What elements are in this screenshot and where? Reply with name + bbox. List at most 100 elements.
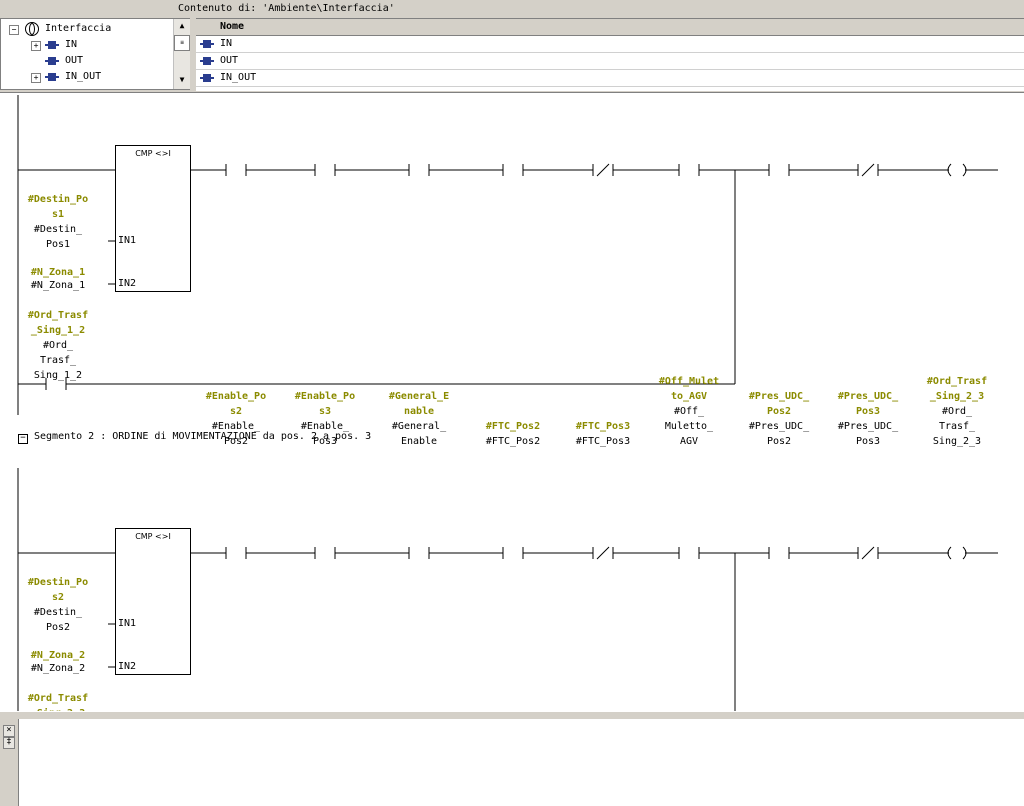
network2-in1-operand-line: #Destin_Po <box>27 577 89 588</box>
network2-contact-symbol-line: #Enable_ <box>211 421 261 432</box>
details-side-strip: × ‡ <box>0 719 19 806</box>
network2-coil-operand: #Ord_Trasf _Sing_2_3 <box>907 374 1007 404</box>
block-icon <box>200 56 214 66</box>
network2-in1-symbol: #Destin_ Pos2 <box>10 605 106 635</box>
details-panel[interactable] <box>0 719 1024 806</box>
network2-in1-operand-line: s2 <box>51 592 65 603</box>
expand-icon[interactable]: + <box>31 41 41 51</box>
network2-contact-operand-line: to_AGV <box>670 391 708 402</box>
column-header-nome: Nome <box>220 21 245 32</box>
network2-contact-symbol: #FTC_Pos2 <box>463 434 563 449</box>
network1-in1-symbol: #Destin_ Pos1 <box>10 222 106 252</box>
network2-contact-symbol-line: Muletto_ <box>664 421 714 432</box>
network2-contact-symbol: #General_ Enable <box>369 419 469 449</box>
list-item-label: OUT <box>220 55 239 66</box>
cmp-pin-label: IN2 <box>118 661 137 672</box>
network2-branch-operand-line: #Ord_Trasf <box>27 693 89 704</box>
network1-in2-symbol: #N_Zona_1 <box>10 278 106 293</box>
list-item-in[interactable]: IN <box>196 36 1024 53</box>
network1-branch-symbol-line: Sing_1_2 <box>33 370 83 381</box>
network2-contact-symbol-line: #Off_ <box>673 406 705 417</box>
network2-contact-symbol-line: #Pres_UDC_ <box>837 421 899 432</box>
network2-contact-operand: #FTC_Pos3 <box>553 419 653 434</box>
network1-in1-operand-line: s1 <box>51 209 65 220</box>
network2-contact-operand-line: #Enable_Po <box>205 391 267 402</box>
network2-contact-operand-line: nable <box>403 406 435 417</box>
network1-coil-left <box>947 163 952 177</box>
network2-coil-left <box>947 546 952 560</box>
network1-in1-symbol-line: Pos1 <box>45 239 71 250</box>
network2-contact-symbol-line: #FTC_Pos2 <box>485 436 541 447</box>
network1-branch-operand-line: #Ord_Trasf <box>27 310 89 321</box>
network2-coil-right <box>962 546 967 560</box>
network2-contact-operand: #Enable_Po s2 <box>186 389 286 419</box>
ladder-editor[interactable]: − Segmento 2 : ORDINE di MOVIMENTAZIONE d… <box>0 95 1024 711</box>
network1-in1-operand-line: #Destin_Po <box>27 194 89 205</box>
network1-contact-8-negation <box>861 163 875 177</box>
network2-contact-symbol: #Pres_UDC_ Pos2 <box>729 419 829 449</box>
network2-coil-operand-line: _Sing_2_3 <box>929 391 985 402</box>
list-item-label: IN_OUT <box>220 72 257 83</box>
scroll-thumb[interactable]: ≡ <box>174 35 190 51</box>
network2-in2-symbol-line: #N_Zona_2 <box>30 663 86 674</box>
network2-contact-operand-line: #Pres_UDC_ <box>748 391 810 402</box>
cmp-pin-label: IN1 <box>118 235 137 246</box>
network2-coil-symbol: #Ord_ Trasf_ Sing_2_3 <box>907 404 1007 449</box>
network2-contact-operand: #General_Enable <box>369 389 469 419</box>
network1-in2-symbol-line: #N_Zona_1 <box>30 280 86 291</box>
list-item-out[interactable]: OUT <box>196 53 1024 70</box>
network2-branch-operand: #Ord_Trasf_Sing_2_3 <box>10 691 106 711</box>
scroll-down-icon[interactable]: ▼ <box>174 73 190 87</box>
interface-panel: Contenuto di: 'Ambiente\Interfaccia' − I… <box>0 0 1024 93</box>
list-item-in-out[interactable]: IN_OUT <box>196 70 1024 87</box>
network1-in1-operand: #Destin_Po s1 <box>10 192 106 222</box>
network2-contact-operand: #Pres_UDC_ Pos3 <box>818 389 918 419</box>
network1-branch-operand-line: _Sing_1_2 <box>30 325 86 336</box>
network2-contact-5-negation <box>596 546 610 560</box>
network2-contact-symbol: #Enable_ Pos3 <box>275 419 375 449</box>
network2-coil-symbol-line: #Ord_ <box>941 406 973 417</box>
network2-cmp-block[interactable]: CMP <>I <box>115 528 191 675</box>
network2-contact-symbol-line: #Pres_UDC_ <box>748 421 810 432</box>
block-icon <box>45 56 59 66</box>
network2-contact-operand: #Pres_UDC_ Pos2 <box>729 389 829 419</box>
network1-branch-operand: #Ord_Trasf _Sing_1_2 <box>10 308 106 338</box>
close-icon[interactable]: × <box>3 725 15 737</box>
network1-branch-symbol-line: Trasf_ <box>39 355 77 366</box>
network2-contact-operand: #Enable_Po s3 <box>275 389 375 419</box>
pin-icon[interactable]: ‡ <box>3 737 15 749</box>
tree-item-label: OUT <box>65 55 84 66</box>
network1-coil-right <box>962 163 967 177</box>
expand-icon[interactable]: + <box>31 73 41 83</box>
cmp-pin-label: IN2 <box>118 278 137 289</box>
collapse-icon[interactable]: − <box>18 434 28 444</box>
network2-contact-operand-line: #General_E <box>388 391 450 402</box>
tree-scrollbar[interactable]: ▲ ≡ ▼ <box>173 19 190 89</box>
network2-contact-symbol-line: Pos3 <box>312 436 338 447</box>
interface-list[interactable]: Nome IN OUT IN_OUT <box>196 18 1024 91</box>
network2-contact-operand-line: #Enable_Po <box>294 391 356 402</box>
network2-contact-operand-line: Pos2 <box>766 406 792 417</box>
scroll-up-icon[interactable]: ▲ <box>174 19 190 33</box>
network2-contact-symbol: #Enable_ Pos2 <box>186 419 286 449</box>
network2-in2-symbol: #N_Zona_2 <box>10 661 106 676</box>
network1-branch-symbol: #Ord_ Trasf_ Sing_1_2 <box>10 338 106 383</box>
network2-coil-symbol-line: Trasf_ <box>938 421 976 432</box>
network2-contact-operand: #Off_Mulet to_AGV <box>639 374 739 404</box>
network2-contact-symbol-line: AGV <box>679 436 699 447</box>
network2-contact-operand-line: s3 <box>318 406 332 417</box>
network2-contact-symbol-line: Pos3 <box>855 436 881 447</box>
list-header[interactable]: Nome <box>196 19 1024 36</box>
network2-contact-operand-line: #Off_Mulet <box>658 376 720 387</box>
tree-item-label: IN <box>65 39 78 50</box>
collapse-icon[interactable]: − <box>9 25 19 35</box>
network2-contact-operand-line: Pos3 <box>855 406 881 417</box>
block-icon <box>200 39 214 49</box>
network2-contact-8-negation <box>861 546 875 560</box>
network1-branch-symbol-line: #Ord_ <box>42 340 74 351</box>
network2-contact-symbol-line: Pos2 <box>766 436 792 447</box>
tree-item-label: IN_OUT <box>65 71 102 82</box>
network2-coil-operand-line: #Ord_Trasf <box>926 376 988 387</box>
network1-cmp-block[interactable]: CMP <>I <box>115 145 191 292</box>
interface-tree[interactable]: − Interfaccia + IN OUT + IN_OUT <box>0 18 190 90</box>
